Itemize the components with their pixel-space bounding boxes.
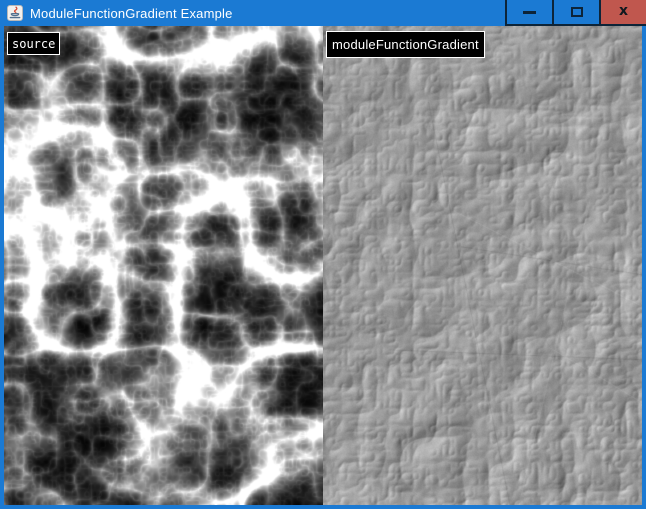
close-button[interactable]: x [599, 0, 646, 26]
maximize-button[interactable] [552, 0, 599, 26]
source-image-label: source [7, 32, 60, 55]
app-window: ModuleFunctionGradient Example x source … [0, 0, 646, 509]
source-noise-image [4, 26, 323, 505]
close-icon: x [619, 4, 628, 18]
content-area: source moduleFunctionGradient [4, 26, 642, 505]
maximize-icon [571, 7, 583, 17]
java-coffee-icon [7, 5, 23, 21]
gradient-image-label: moduleFunctionGradient [326, 31, 485, 58]
panel-module-function-gradient: moduleFunctionGradient [323, 26, 642, 505]
panel-source: source [4, 26, 323, 505]
window-title: ModuleFunctionGradient Example [30, 6, 233, 21]
minimize-button[interactable] [505, 0, 552, 26]
titlebar[interactable]: ModuleFunctionGradient Example x [0, 0, 646, 26]
window-controls: x [505, 0, 646, 26]
gradient-noise-image [323, 26, 642, 505]
minimize-icon [523, 11, 536, 14]
